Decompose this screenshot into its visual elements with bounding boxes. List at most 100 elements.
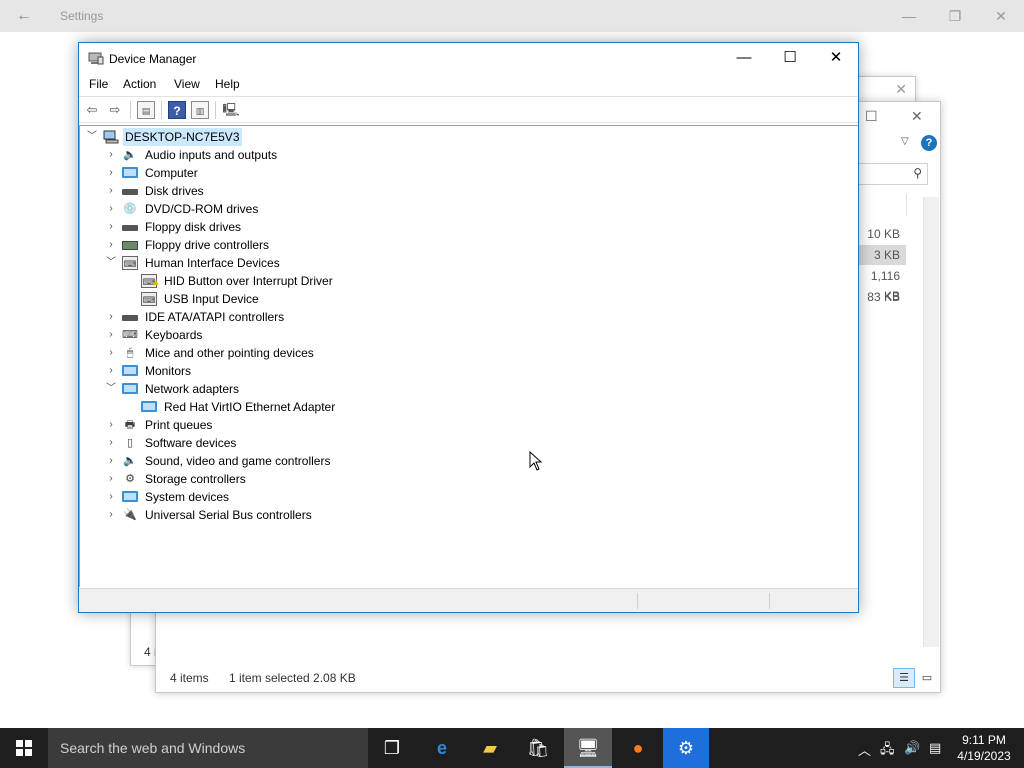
expand-chevron-icon[interactable]: ›	[105, 452, 117, 470]
expand-chevron-icon[interactable]: ›	[105, 218, 117, 236]
search-icon: ⚲	[913, 166, 922, 180]
storage-controller-icon: ⚙	[125, 473, 135, 485]
expand-chevron-icon[interactable]: ›	[105, 308, 117, 326]
close-button[interactable]: ✕	[813, 43, 859, 73]
controller-card-icon	[122, 241, 138, 250]
file-size[interactable]: 3 KB	[856, 245, 906, 265]
expand-chevron-icon[interactable]: ›	[105, 164, 117, 182]
device-manager-taskbar-icon[interactable]: 🖥	[564, 728, 612, 768]
clock-date[interactable]: 4/19/2023	[955, 749, 1013, 763]
explorer-scrollbar[interactable]	[923, 197, 939, 647]
back-arrow-icon[interactable]: ←	[12, 6, 36, 26]
toolbar-separator	[215, 101, 216, 119]
expand-chevron-icon[interactable]: ›	[105, 434, 117, 452]
computer-icon	[103, 130, 119, 144]
store-icon[interactable]: 🛍	[514, 728, 562, 768]
tree-item-label: Software devices	[145, 436, 237, 450]
warning-icon: ▲	[151, 277, 161, 287]
file-size[interactable]: 83 KB	[856, 287, 906, 307]
tree-item-label: Mice and other pointing devices	[145, 346, 314, 360]
menu-file[interactable]: File	[89, 77, 108, 91]
explorer-search-box[interactable]: ⚲	[856, 163, 928, 185]
collapse-chevron-icon[interactable]: ﹀	[105, 254, 117, 272]
tree-item-label: Human Interface Devices	[145, 256, 280, 270]
hid-icon: ⌨	[122, 256, 138, 270]
status-bar	[79, 588, 858, 612]
windows-start-icon[interactable]	[0, 728, 48, 768]
tree-item-label: Keyboards	[145, 328, 203, 342]
volume-icon[interactable]: 🔊	[904, 740, 920, 756]
expand-chevron-icon[interactable]: ›	[105, 236, 117, 254]
item-count: 4 items	[170, 671, 209, 685]
dvd-drive-icon: 💿	[123, 203, 137, 215]
expand-chevron-icon[interactable]: ›	[105, 344, 117, 362]
edge-icon[interactable]: e	[418, 728, 466, 768]
file-explorer-icon[interactable]: ▰	[466, 728, 514, 768]
expand-chevron-icon[interactable]: ›	[105, 200, 117, 218]
settings-restore-button[interactable]: ❐	[940, 6, 970, 26]
task-view-icon[interactable]: ❐	[368, 728, 416, 768]
software-device-icon: ▯	[126, 437, 134, 449]
tree-item-label: Computer	[145, 166, 198, 180]
show-hide-console-tree-icon[interactable]: ▤	[137, 101, 155, 119]
column-divider	[906, 194, 907, 216]
firefox-icon[interactable]: ●	[614, 728, 662, 768]
settings-close-button[interactable]: ✕	[986, 6, 1016, 26]
file-size[interactable]: 10 KB	[856, 224, 906, 244]
background-close-icon[interactable]: ✕	[895, 81, 907, 98]
large-icons-view-icon[interactable]: ▭	[917, 668, 937, 688]
properties-icon[interactable]: ▥	[191, 101, 209, 119]
tree-item-label: Disk drives	[145, 184, 204, 198]
speaker-icon: 🔈	[123, 149, 137, 161]
menu-view[interactable]: View	[174, 77, 200, 91]
explorer-close-icon[interactable]: ✕	[911, 108, 923, 125]
maximize-button[interactable]: ☐	[767, 43, 813, 73]
explorer-restore-icon[interactable]: ☐	[865, 108, 878, 125]
minimize-button[interactable]: —	[721, 43, 767, 73]
action-center-icon[interactable]: ▤	[929, 740, 941, 756]
toolbar-separator	[161, 101, 162, 119]
hid-icon: ⌨	[141, 292, 157, 306]
device-manager-titlebar[interactable]: Device Manager — ☐ ✕	[79, 43, 858, 73]
menu-help[interactable]: Help	[215, 77, 240, 91]
taskbar: Search the web and Windows ❐ e ▰ 🛍 🖥 ● ⚙…	[0, 728, 1024, 768]
expand-chevron-icon[interactable]: ›	[105, 146, 117, 164]
tree-item-label: Floppy disk drives	[145, 220, 242, 234]
clock-time[interactable]: 9:11 PM	[958, 733, 1010, 747]
show-hidden-icons-icon[interactable]: ︿	[858, 740, 871, 759]
settings-gear-icon[interactable]: ⚙	[663, 728, 709, 768]
file-size[interactable]: 1,116 KB	[856, 266, 906, 303]
expand-chevron-icon[interactable]: ›	[105, 488, 117, 506]
collapse-chevron-icon[interactable]: ﹀	[105, 380, 117, 398]
details-view-icon[interactable]: ☰	[893, 668, 915, 688]
menu-action[interactable]: Action	[123, 77, 156, 91]
expand-chevron-icon[interactable]: ›	[105, 416, 117, 434]
taskbar-search-box[interactable]: Search the web and Windows	[48, 728, 368, 768]
mouse-icon: 🖱	[126, 347, 134, 359]
tree-item-label: Network adapters	[145, 382, 240, 396]
tree-item-label: IDE ATA/ATAPI controllers	[145, 310, 285, 324]
device-manager-app-icon	[88, 52, 104, 65]
expand-chevron-icon[interactable]: ›	[105, 326, 117, 344]
tree-item-label: Print queues	[145, 418, 213, 432]
menu-bar: File Action View Help	[79, 73, 858, 95]
mouse-cursor-icon	[529, 451, 543, 471]
tree-root[interactable]: ﹀ DESKTOP-NC7E5V3	[86, 128, 286, 146]
settings-minimize-button[interactable]: —	[894, 6, 924, 26]
network-icon[interactable]: 🖧	[880, 740, 895, 762]
expand-chevron-icon[interactable]: ›	[105, 470, 117, 488]
window-title: Device Manager	[109, 52, 197, 66]
help-icon[interactable]: ?	[921, 135, 937, 151]
usb-icon: 🔌	[123, 509, 137, 521]
scan-hardware-icon[interactable]: 🖳	[222, 101, 240, 119]
expand-chevron-icon[interactable]: ›	[105, 362, 117, 380]
chevron-down-icon[interactable]: ▽	[901, 136, 909, 147]
expand-chevron-icon[interactable]: ›	[105, 506, 117, 524]
forward-icon[interactable]: ⇨	[106, 101, 124, 119]
expand-chevron-icon[interactable]: ›	[105, 182, 117, 200]
collapse-chevron-icon[interactable]: ﹀	[86, 128, 98, 146]
toolbar: ⇦ ⇨ ▤ ? ▥ 🖳	[79, 96, 858, 123]
tree-item-label: USB Input Device	[164, 292, 259, 306]
back-icon[interactable]: ⇦	[83, 101, 101, 119]
help-icon[interactable]: ?	[168, 101, 186, 119]
